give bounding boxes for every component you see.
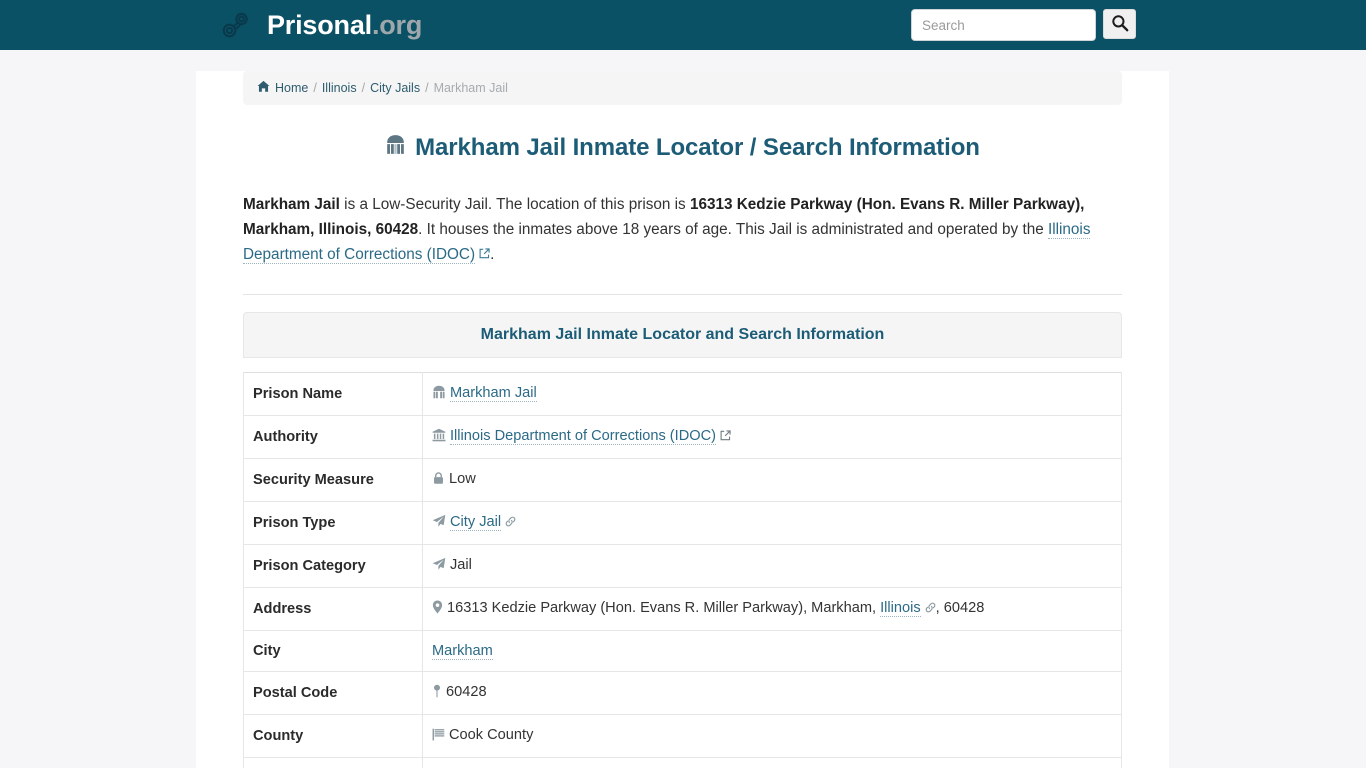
table-row: Prison Category Jail <box>243 544 1122 588</box>
breadcrumb-item-city-jails[interactable]: City Jails <box>370 81 420 95</box>
address-prefix: 16313 Kedzie Parkway (Hon. Evans R. Mill… <box>447 600 881 616</box>
address-suffix: , 60428 <box>935 600 985 616</box>
table-row: Security Measure Low <box>243 458 1122 502</box>
breadcrumb-item-home[interactable]: Home <box>275 81 308 95</box>
link-chain-icon <box>925 601 936 617</box>
intro-text-4: . It houses the inmates above 18 years o… <box>418 221 1048 238</box>
city-link[interactable]: Markham <box>432 643 493 660</box>
search-icon <box>1111 14 1129 35</box>
row-value-security-measure: Low <box>422 458 1122 502</box>
prison-type-link[interactable]: City Jail <box>450 514 502 531</box>
intro-paragraph: Markham Jail is a Low-Security Jail. The… <box>243 192 1122 267</box>
breadcrumb-item-current: Markham Jail <box>433 81 508 95</box>
row-key-county: County <box>243 714 423 758</box>
row-value-prison-type: City Jail <box>422 501 1122 545</box>
address-state-link[interactable]: Illinois <box>880 600 921 617</box>
table-row: City Markham <box>243 630 1122 672</box>
brand-logo-link[interactable]: Prisonal.org <box>219 8 422 42</box>
site-header: Prisonal.org <box>0 0 1366 50</box>
row-value-address: 16313 Kedzie Parkway (Hon. Evans R. Mill… <box>422 587 1122 631</box>
map-pin-icon <box>432 684 442 702</box>
row-value-postal-code: 60428 <box>422 671 1122 715</box>
header-search <box>911 9 1136 41</box>
table-row: Prison Type City Jail <box>243 501 1122 545</box>
external-link-icon <box>479 242 490 267</box>
authority-link[interactable]: Illinois Department of Corrections (IDOC… <box>450 428 717 445</box>
row-key-state: State <box>243 757 423 768</box>
jail-archway-icon <box>385 134 406 162</box>
paper-plane-icon <box>432 557 446 575</box>
row-value-county: Cook County <box>422 714 1122 758</box>
prison-info-table: Prison Name Markham Jail Authority Illin… <box>243 372 1122 768</box>
page-title-text: Markham Jail Inmate Locator / Search Inf… <box>415 134 980 161</box>
table-row: Postal Code 60428 <box>243 671 1122 715</box>
info-panel: Markham Jail Inmate Locator and Search I… <box>243 312 1122 768</box>
handcuffs-icon <box>219 8 253 42</box>
table-row: Address 16313 Kedzie Parkway (Hon. Evans… <box>243 587 1122 631</box>
brand-name: Prisonal <box>267 9 372 40</box>
search-input[interactable] <box>911 9 1096 41</box>
row-key-postal-code: Postal Code <box>243 671 423 715</box>
info-panel-heading: Markham Jail Inmate Locator and Search I… <box>243 312 1122 358</box>
county-value: Cook County <box>449 727 534 743</box>
row-value-city: Markham <box>422 630 1122 672</box>
security-measure-value: Low <box>449 471 476 487</box>
lock-icon <box>432 472 445 489</box>
breadcrumb-separator: / <box>425 81 429 95</box>
table-row: State Illinois ( IL ) <box>243 757 1122 768</box>
breadcrumb: Home / Illinois / City Jails / Markham J… <box>243 71 1122 105</box>
home-icon <box>257 80 270 96</box>
breadcrumb-separator: / <box>313 81 317 95</box>
intro-text-5: . <box>490 246 495 263</box>
paper-plane-icon <box>432 514 446 532</box>
row-key-security-measure: Security Measure <box>243 458 423 502</box>
row-key-prison-name: Prison Name <box>243 372 423 416</box>
external-link-icon <box>720 429 731 445</box>
panel-spacer <box>243 358 1122 372</box>
jail-archway-icon <box>432 385 446 403</box>
row-key-prison-category: Prison Category <box>243 544 423 588</box>
row-value-prison-name: Markham Jail <box>422 372 1122 416</box>
page-title: Markham Jail Inmate Locator / Search Inf… <box>243 134 1122 162</box>
breadcrumb-item-illinois[interactable]: Illinois <box>322 81 357 95</box>
row-key-prison-type: Prison Type <box>243 501 423 545</box>
flag-icon <box>432 728 445 745</box>
brand-tld: .org <box>371 9 423 40</box>
intro-prison-name: Markham Jail <box>243 196 340 213</box>
row-key-authority: Authority <box>243 415 423 459</box>
row-value-state: Illinois ( IL ) <box>422 757 1122 768</box>
intro-text-2: is a Low-Security Jail. The location of … <box>339 196 690 213</box>
divider <box>243 294 1122 295</box>
map-marker-icon <box>432 600 443 618</box>
table-row: Prison Name Markham Jail <box>243 372 1122 416</box>
table-row: Authority Illinois Department of Correct… <box>243 415 1122 459</box>
breadcrumb-separator: / <box>361 81 366 95</box>
row-key-address: Address <box>243 587 423 631</box>
postal-code-value: 60428 <box>446 684 487 700</box>
row-value-authority: Illinois Department of Corrections (IDOC… <box>422 415 1122 459</box>
row-value-prison-category: Jail <box>422 544 1122 588</box>
row-key-city: City <box>243 630 423 672</box>
page-container: Home / Illinois / City Jails / Markham J… <box>196 71 1169 768</box>
landmark-bank-icon <box>432 428 446 446</box>
link-chain-icon <box>505 515 516 531</box>
prison-category-value: Jail <box>450 557 472 573</box>
search-button[interactable] <box>1103 9 1136 39</box>
table-row: County Cook County <box>243 714 1122 758</box>
prison-name-link[interactable]: Markham Jail <box>450 385 537 402</box>
